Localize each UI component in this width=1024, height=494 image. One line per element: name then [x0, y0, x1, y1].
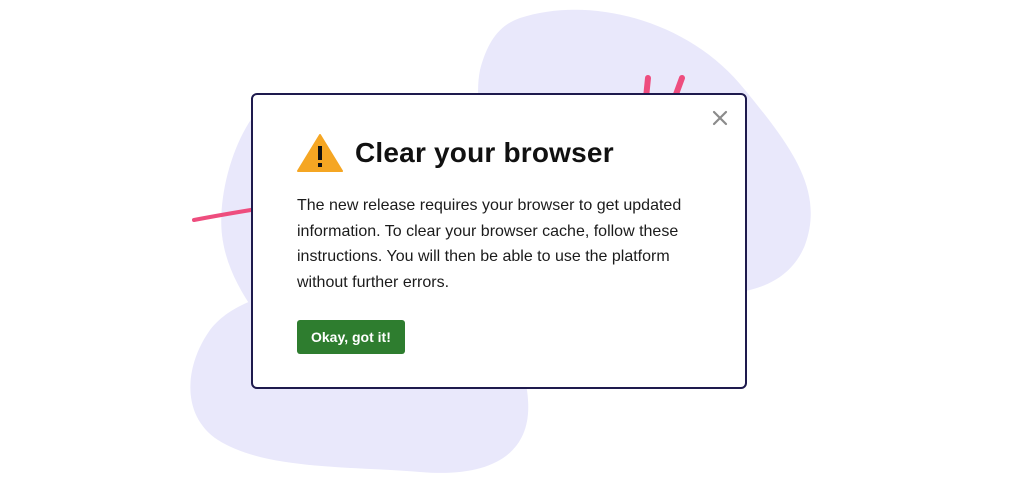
close-icon[interactable]: [711, 109, 729, 127]
okay-got-it-button[interactable]: Okay, got it!: [297, 320, 405, 354]
dialog-message: The new release requires your browser to…: [297, 197, 682, 291]
clear-browser-dialog: Clear your browser The new release requi…: [251, 93, 747, 389]
dialog-heading: Clear your browser: [297, 133, 614, 173]
dialog-title: Clear your browser: [355, 137, 614, 168]
warning-triangle-icon: [297, 134, 343, 172]
illustration-stage: Clear your browser The new release requi…: [0, 0, 1024, 494]
